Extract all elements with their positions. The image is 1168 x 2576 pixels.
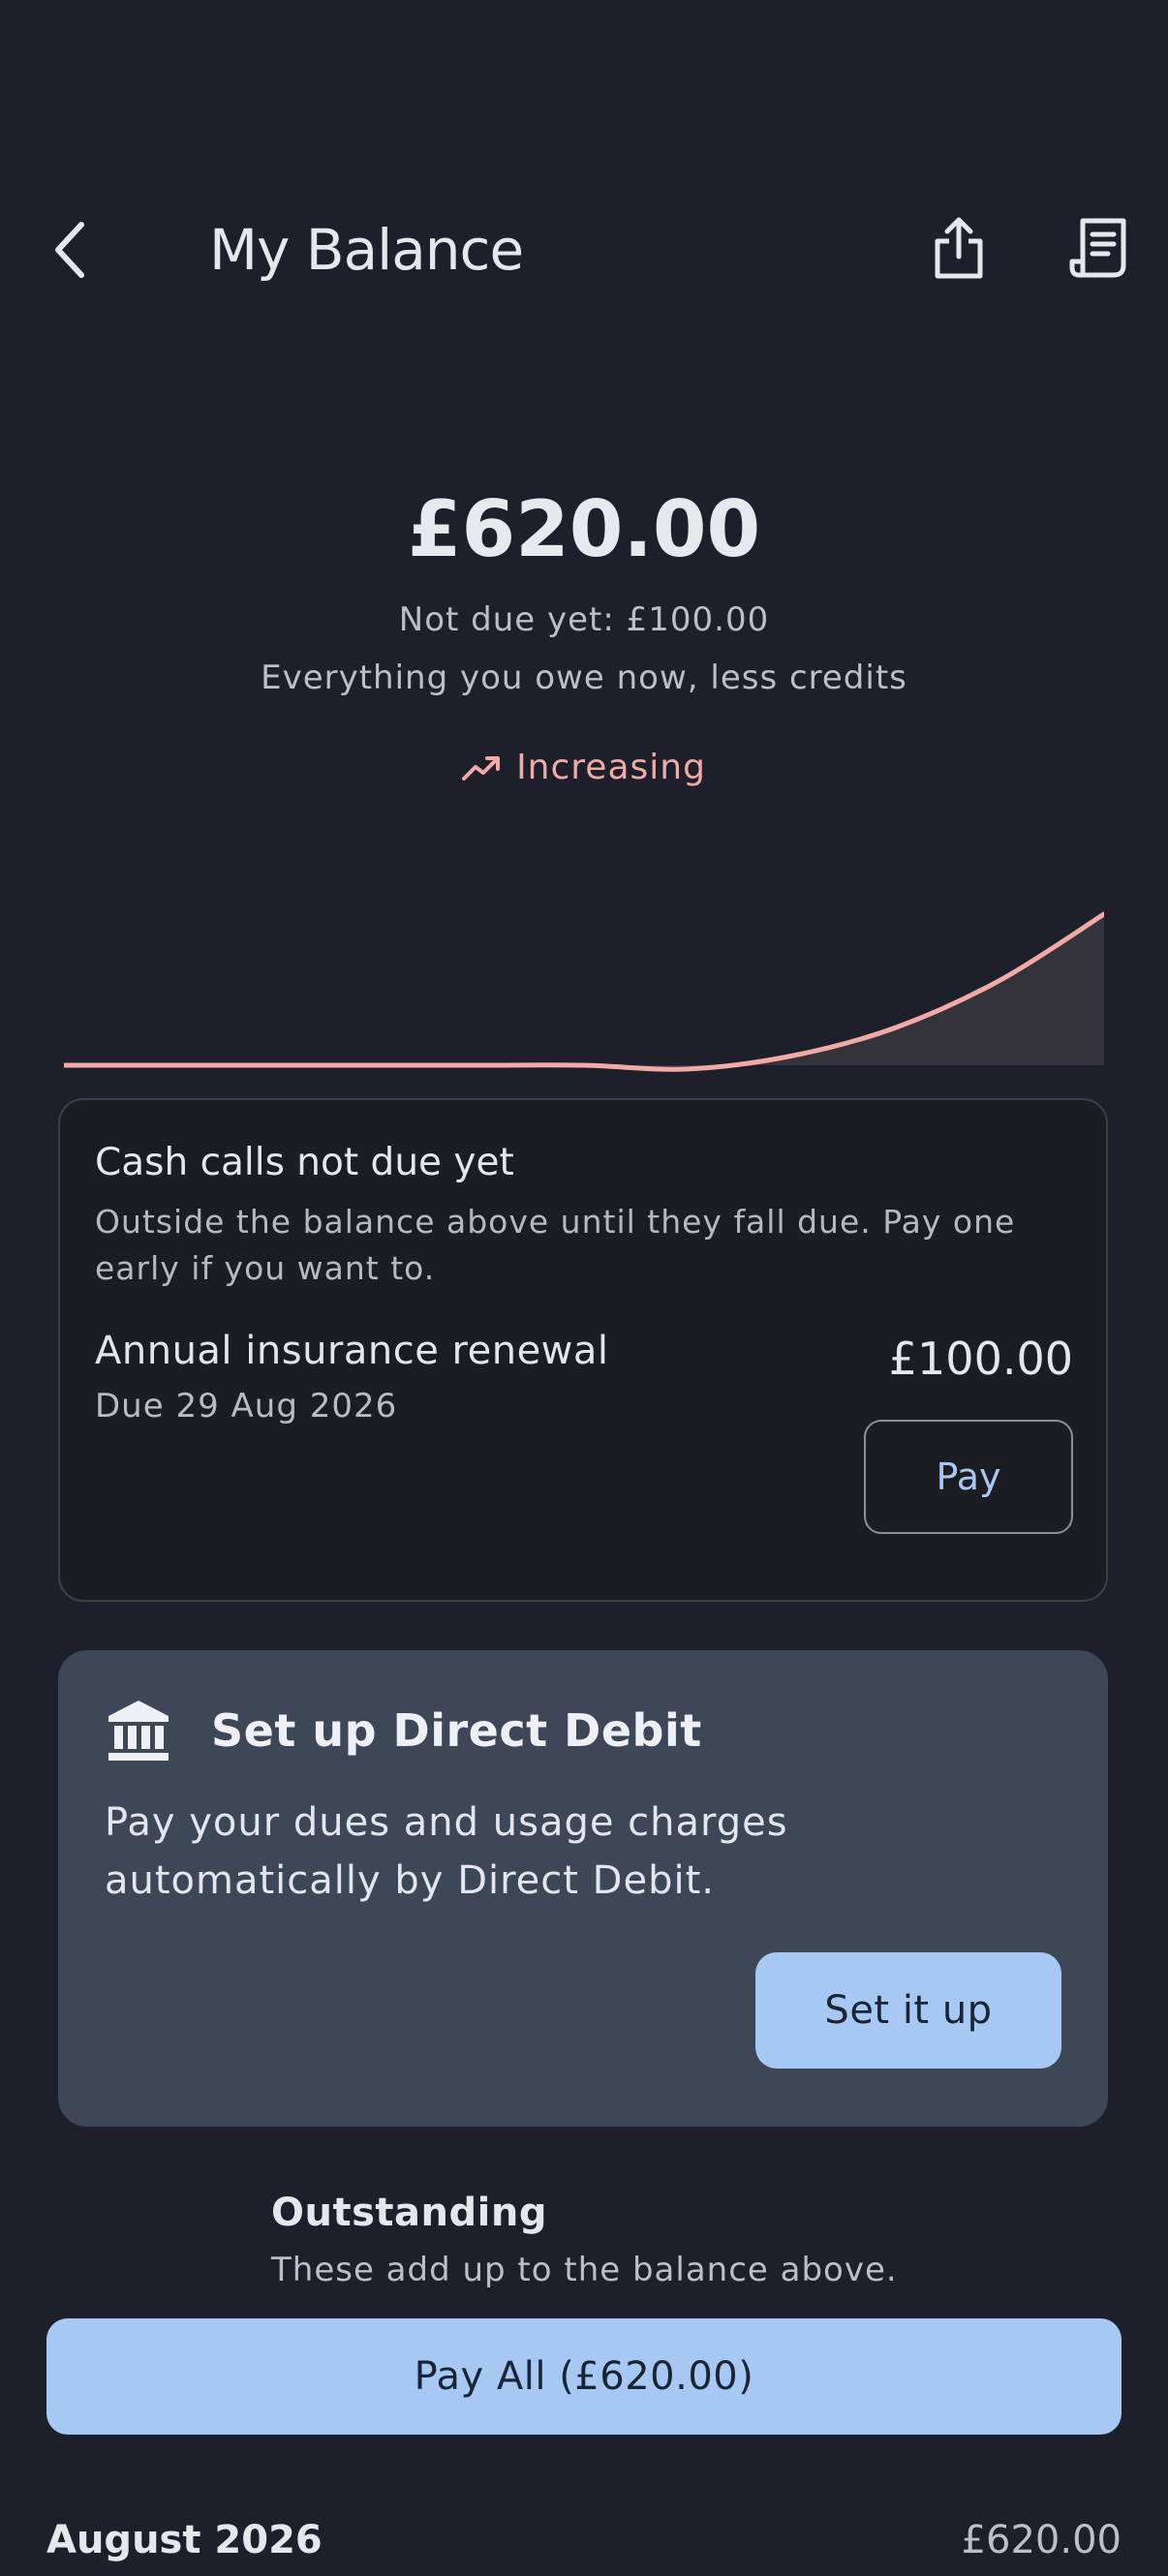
direct-debit-description: Pay your dues and usage charges automati… [105, 1800, 788, 1903]
month-label: August 2026 [46, 2518, 323, 2562]
share-button[interactable] [922, 207, 996, 289]
back-button[interactable] [50, 211, 112, 289]
cash-call-due-date: Due 29 Aug 2026 [95, 1387, 398, 1426]
not-due-card: Cash calls not due yet Outside the balan… [58, 1098, 1108, 1602]
pay-all-button[interactable]: Pay All (£620.00) [46, 2318, 1122, 2435]
trend-indicator: Increasing [0, 748, 1168, 787]
trending-up-icon [462, 755, 501, 781]
balance-description: Everything you owe now, less credits [261, 659, 907, 697]
outstanding-title: Outstanding [271, 2191, 547, 2235]
outstanding-description: These add up to the balance above. [271, 2251, 898, 2289]
not-due-description: Outside the balance above until they fal… [95, 1203, 1016, 1287]
bank-icon [108, 1701, 169, 1761]
receipt-button[interactable] [1061, 207, 1135, 289]
page-title: My Balance [209, 217, 524, 283]
receipt-icon [1069, 218, 1126, 278]
not-due-title: Cash calls not due yet [95, 1141, 514, 1184]
balance-trend-chart [64, 911, 1104, 1072]
chevron-left-icon [55, 222, 84, 278]
cash-call-name: Annual insurance renewal [95, 1329, 609, 1373]
direct-debit-title: Set up Direct Debit [211, 1704, 702, 1757]
set-it-up-button[interactable]: Set it up [755, 1952, 1061, 2069]
pay-early-button[interactable]: Pay [864, 1420, 1073, 1534]
not-due-summary: Not due yet: £100.00 [398, 600, 770, 639]
cash-call-amount: £100.00 [888, 1333, 1073, 1385]
balance-amount: £620.00 [407, 484, 761, 574]
trend-label: Increasing [516, 748, 706, 787]
direct-debit-card: Set up Direct Debit Pay your dues and us… [58, 1650, 1108, 2127]
chart-area-fill [64, 913, 1104, 1070]
month-group-header[interactable]: August 2026 £620.00 [46, 2518, 1122, 2576]
month-amount: £620.00 [961, 2518, 1122, 2562]
share-icon [935, 217, 983, 279]
